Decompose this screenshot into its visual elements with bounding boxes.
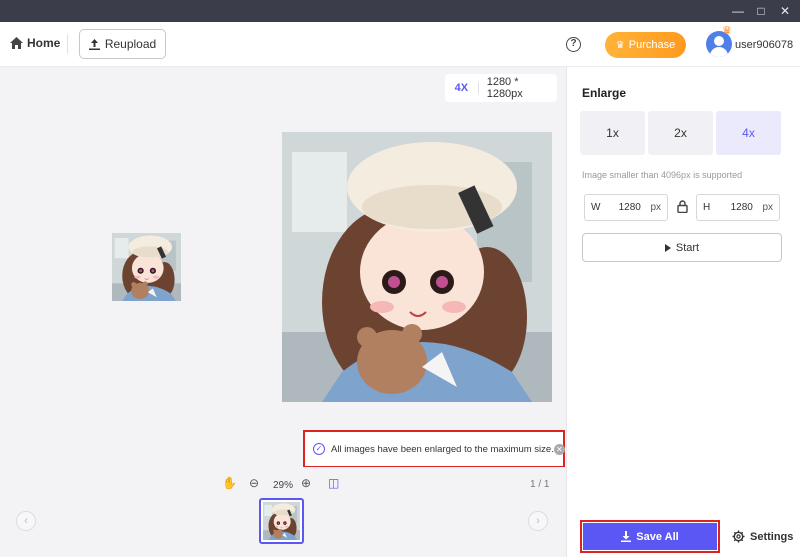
start-button[interactable]: Start <box>582 233 782 262</box>
home-label: Home <box>27 36 61 50</box>
output-size: 1280 * 1280px <box>486 76 523 100</box>
width-label: W <box>591 202 601 213</box>
help-icon[interactable]: ? <box>566 37 581 52</box>
next-icon[interactable]: › <box>528 511 548 531</box>
height-label: H <box>703 202 711 213</box>
zoom-level: 29% <box>273 480 294 491</box>
enlarged-image <box>282 132 552 402</box>
width-unit: px <box>650 202 661 213</box>
scale-2x-button[interactable]: 2x <box>648 111 713 155</box>
purchase-button[interactable]: ♛ Purchase <box>605 32 686 58</box>
check-circle-icon: ✓ <box>313 443 325 455</box>
home-button[interactable]: Home <box>10 36 60 50</box>
header-divider <box>67 34 68 54</box>
settings-button[interactable]: Settings <box>732 530 793 543</box>
enlarge-panel: Enlarge 1x 2x 4x Image smaller than 4096… <box>566 67 800 557</box>
save-all-label: Save All <box>636 530 679 543</box>
avatar-body <box>710 47 728 57</box>
purchase-label: Purchase <box>628 39 676 51</box>
page-counter: 1 / 1 <box>530 479 550 490</box>
height-field[interactable]: H 1280 px <box>696 194 780 221</box>
app-header: Home Reupload ? ♛ Purchase ♛ user906078 <box>0 22 800 67</box>
vip-crown-icon: ♛ <box>722 25 732 37</box>
thumbnail-item[interactable] <box>259 498 304 544</box>
zoom-out-icon[interactable]: ⊖ <box>249 476 259 490</box>
lock-icon[interactable] <box>677 200 688 213</box>
success-toast: ✓ All images have been enlarged to the m… <box>303 430 565 468</box>
download-icon <box>621 531 632 542</box>
width-value[interactable]: 1280 <box>609 202 650 213</box>
height-unit: px <box>762 202 773 213</box>
scale-1x-button[interactable]: 1x <box>580 111 645 155</box>
crown-icon: ♛ <box>615 39 625 51</box>
zoom-in-icon[interactable]: ⊕ <box>301 476 311 490</box>
window-titlebar: — □ ✕ <box>0 0 800 22</box>
toast-message: All images have been enlarged to the max… <box>331 443 554 455</box>
preview-canvas: 4X 1280 * 1280px ✓ All images have been … <box>0 67 566 468</box>
original-image <box>112 233 181 301</box>
height-value[interactable]: 1280 <box>721 202 762 213</box>
play-icon <box>664 243 671 252</box>
start-label: Start <box>675 241 700 254</box>
minimize-icon[interactable]: — <box>728 0 748 22</box>
close-toast-icon[interactable]: ✕ <box>553 443 565 455</box>
compare-view-icon[interactable]: ◫ <box>328 476 339 490</box>
home-icon <box>10 37 23 49</box>
panel-title: Enlarge <box>582 86 627 100</box>
upload-icon <box>88 38 100 50</box>
size-note: Image smaller than 4096px is supported <box>582 170 743 180</box>
reupload-label: Reupload <box>104 37 157 51</box>
scale-4x-button[interactable]: 4x <box>716 111 781 155</box>
width-field[interactable]: W 1280 px <box>584 194 668 221</box>
avatar-head <box>714 36 724 46</box>
username[interactable]: user906078 <box>735 39 793 51</box>
hand-icon[interactable]: ✋ <box>222 476 237 490</box>
save-all-button[interactable]: Save All <box>580 520 720 553</box>
prev-icon[interactable]: ‹ <box>16 511 36 531</box>
output-size-badge: 4X 1280 * 1280px <box>445 74 557 102</box>
gear-icon <box>732 530 745 543</box>
settings-label: Settings <box>750 530 794 543</box>
maximize-icon[interactable]: □ <box>751 0 771 22</box>
thumbnail-strip: ✋ ⊖ 29% ⊕ ◫ 1 / 1 ‹ › <box>0 467 566 557</box>
reupload-button[interactable]: Reupload <box>79 29 166 59</box>
scale-badge: 4X <box>445 82 479 94</box>
close-icon[interactable]: ✕ <box>775 0 795 22</box>
